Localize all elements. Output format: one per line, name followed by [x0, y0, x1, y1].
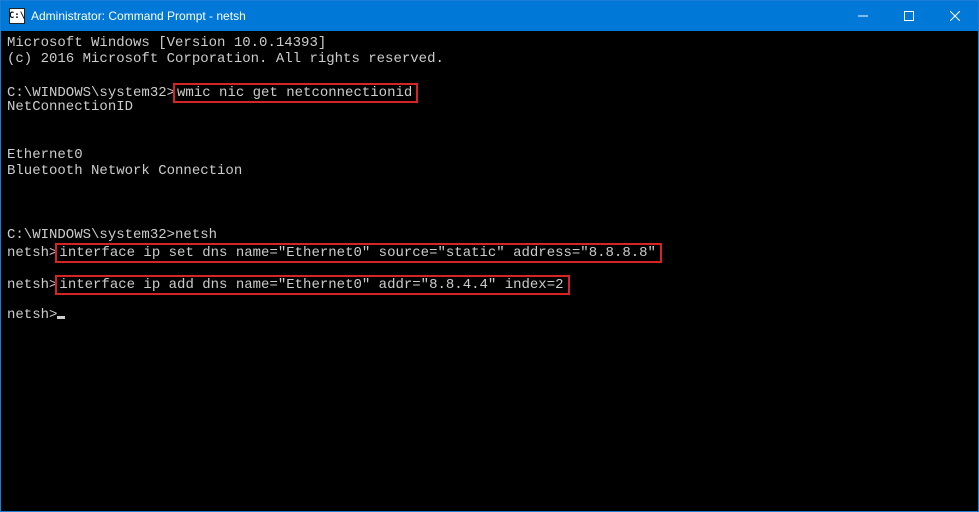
- terminal-line: Bluetooth Network Connection: [7, 163, 972, 179]
- terminal-line: [7, 195, 972, 211]
- cursor: [57, 316, 65, 319]
- prompt: netsh>: [7, 307, 57, 323]
- terminal-line: NetConnectionID: [7, 99, 972, 115]
- command: interface ip add dns name="Ethernet0" ad…: [55, 275, 569, 295]
- command-prompt-window: C:\ Administrator: Command Prompt - nets…: [0, 0, 979, 512]
- command: interface ip set dns name="Ethernet0" so…: [55, 243, 662, 263]
- terminal-line: netsh>interface ip set dns name="Etherne…: [7, 243, 972, 259]
- terminal-line: [7, 131, 972, 147]
- terminal-output[interactable]: Microsoft Windows [Version 10.0.14393](c…: [1, 31, 978, 511]
- command: wmic nic get netconnectionid: [173, 83, 418, 103]
- maximize-button[interactable]: [886, 1, 932, 31]
- terminal-line: C:\WINDOWS\system32>wmic nic get netconn…: [7, 83, 972, 99]
- terminal-line: [7, 67, 972, 83]
- window-title: Administrator: Command Prompt - netsh: [31, 9, 840, 23]
- titlebar[interactable]: C:\ Administrator: Command Prompt - nets…: [1, 1, 978, 31]
- terminal-line: Ethernet0: [7, 147, 972, 163]
- terminal-line: C:\WINDOWS\system32>netsh: [7, 227, 972, 243]
- terminal-line: netsh>: [7, 307, 972, 323]
- cmd-icon: C:\: [9, 8, 25, 24]
- terminal-line: netsh>interface ip add dns name="Etherne…: [7, 275, 972, 291]
- terminal-line: [7, 179, 972, 195]
- command: netsh: [175, 227, 217, 243]
- prompt: C:\WINDOWS\system32>: [7, 227, 175, 243]
- terminal-line: [7, 211, 972, 227]
- close-button[interactable]: [932, 1, 978, 31]
- prompt: netsh>: [7, 245, 57, 261]
- terminal-line: Microsoft Windows [Version 10.0.14393]: [7, 35, 972, 51]
- prompt: netsh>: [7, 277, 57, 293]
- minimize-button[interactable]: [840, 1, 886, 31]
- terminal-line: (c) 2016 Microsoft Corporation. All righ…: [7, 51, 972, 67]
- terminal-line: [7, 115, 972, 131]
